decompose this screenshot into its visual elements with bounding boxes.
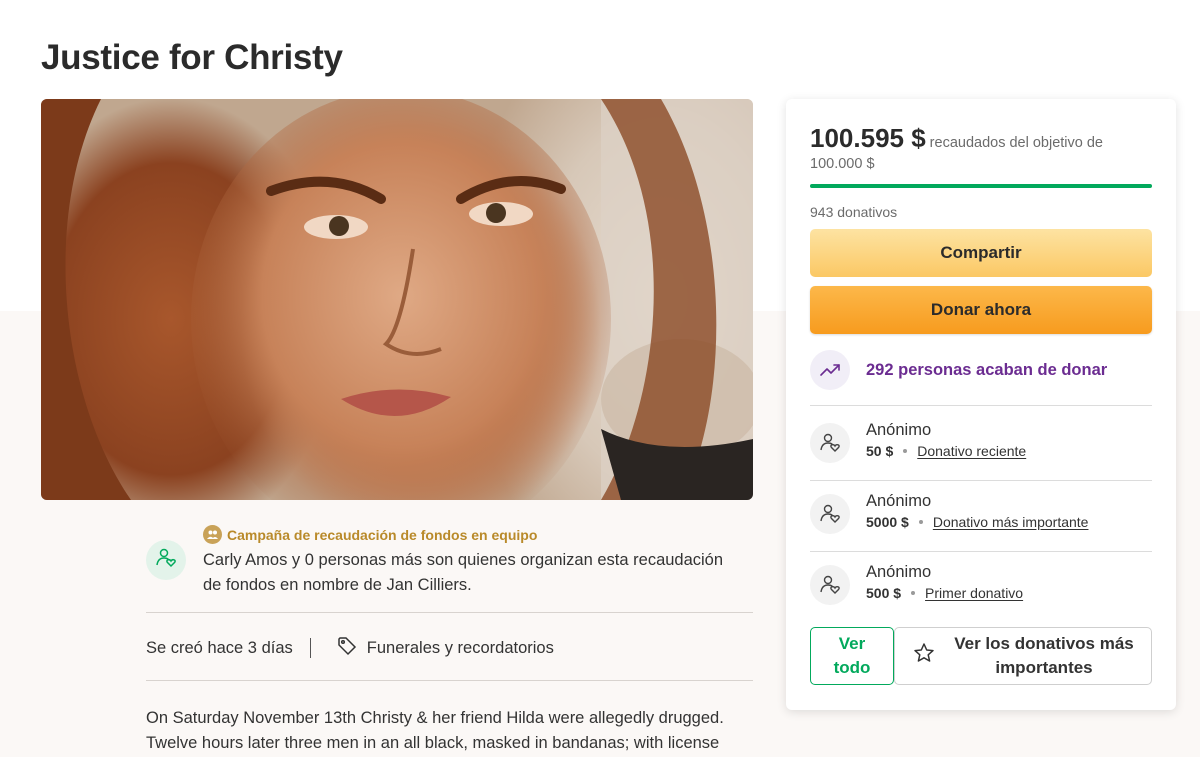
recent-donations-trend: 292 personas acaban de donar xyxy=(810,350,1107,390)
campaign-hero-image xyxy=(41,99,753,500)
raised-amount: 100.595 $ xyxy=(810,123,926,153)
donor-amount: 5000 $ xyxy=(866,514,909,530)
donate-now-button[interactable]: Donar ahora xyxy=(810,286,1152,334)
meta-separator xyxy=(309,638,311,658)
campaign-story: On Saturday November 13th Christy & her … xyxy=(146,709,724,752)
dot-separator xyxy=(903,449,908,453)
person-heart-icon xyxy=(810,423,850,463)
donor-tag-link[interactable]: Donativo reciente xyxy=(917,443,1026,459)
donor-amount: 50 $ xyxy=(866,443,894,459)
person-heart-icon xyxy=(810,565,850,605)
section-divider xyxy=(146,680,753,681)
donation-card: 100.595 $ recaudados del objetivo de 100.… xyxy=(786,99,1176,710)
see-top-donations-label: Ver los donativos más importantes xyxy=(954,634,1134,677)
card-divider xyxy=(810,551,1152,552)
goal-amount: 100.000 $ xyxy=(810,156,875,172)
campaign-meta: Se creó hace 3 días Funerales y recordat… xyxy=(146,636,554,660)
person-heart-icon xyxy=(155,547,177,574)
category-link[interactable]: Funerales y recordatorios xyxy=(337,636,554,661)
raised-suffix: recaudados del objetivo de xyxy=(929,135,1103,151)
trend-label: 292 personas acaban de donar xyxy=(866,360,1108,379)
see-all-label: Ver todo xyxy=(833,634,871,677)
donations-count: 943 donativos xyxy=(810,204,898,220)
progress-fill xyxy=(810,184,1152,188)
dot-separator xyxy=(918,520,923,524)
donor-item: Anónimo 5000 $ Donativo más importante xyxy=(810,490,1088,534)
star-icon xyxy=(913,642,935,671)
category-label: Funerales y recordatorios xyxy=(366,638,554,657)
donor-item: Anónimo 50 $ Donativo reciente xyxy=(810,419,1026,463)
organizer-avatar xyxy=(146,540,186,580)
organizer-description: Carly Amos y 0 personas más son quienes … xyxy=(203,551,724,594)
team-fundraiser-label: Campaña de recaudación de fondos en equi… xyxy=(227,526,538,543)
tag-icon xyxy=(337,636,357,661)
donor-tag-link[interactable]: Primer donativo xyxy=(925,585,1023,601)
see-all-button[interactable]: Ver todo xyxy=(810,627,894,685)
team-fundraiser-badge: Campaña de recaudación de fondos en equi… xyxy=(203,525,537,544)
donor-amount: 500 $ xyxy=(866,585,902,601)
progress-bar xyxy=(810,184,1152,188)
card-divider xyxy=(810,405,1152,406)
card-divider xyxy=(810,480,1152,481)
share-button[interactable]: Compartir xyxy=(810,229,1152,277)
donor-name: Anónimo xyxy=(866,492,932,510)
created-date: Se creó hace 3 días xyxy=(146,638,293,657)
team-icon xyxy=(203,525,222,544)
campaign-page: Justice for Christy Campaña de recaudaci… xyxy=(0,0,1200,757)
donor-item: Anónimo 500 $ Primer donativo xyxy=(810,561,1023,605)
donor-name: Anónimo xyxy=(866,421,932,439)
dot-separator xyxy=(911,591,916,595)
donor-tag-link[interactable]: Donativo más importante xyxy=(933,514,1089,530)
see-top-donations-button[interactable]: Ver los donativos más importantes xyxy=(894,627,1152,685)
section-divider xyxy=(146,612,753,613)
trending-up-icon xyxy=(810,350,850,390)
donor-name: Anónimo xyxy=(866,563,932,581)
raised-summary: 100.595 $ recaudados del objetivo de 100.… xyxy=(810,123,1152,172)
person-heart-icon xyxy=(810,494,850,534)
page-title: Justice for Christy xyxy=(41,38,343,77)
